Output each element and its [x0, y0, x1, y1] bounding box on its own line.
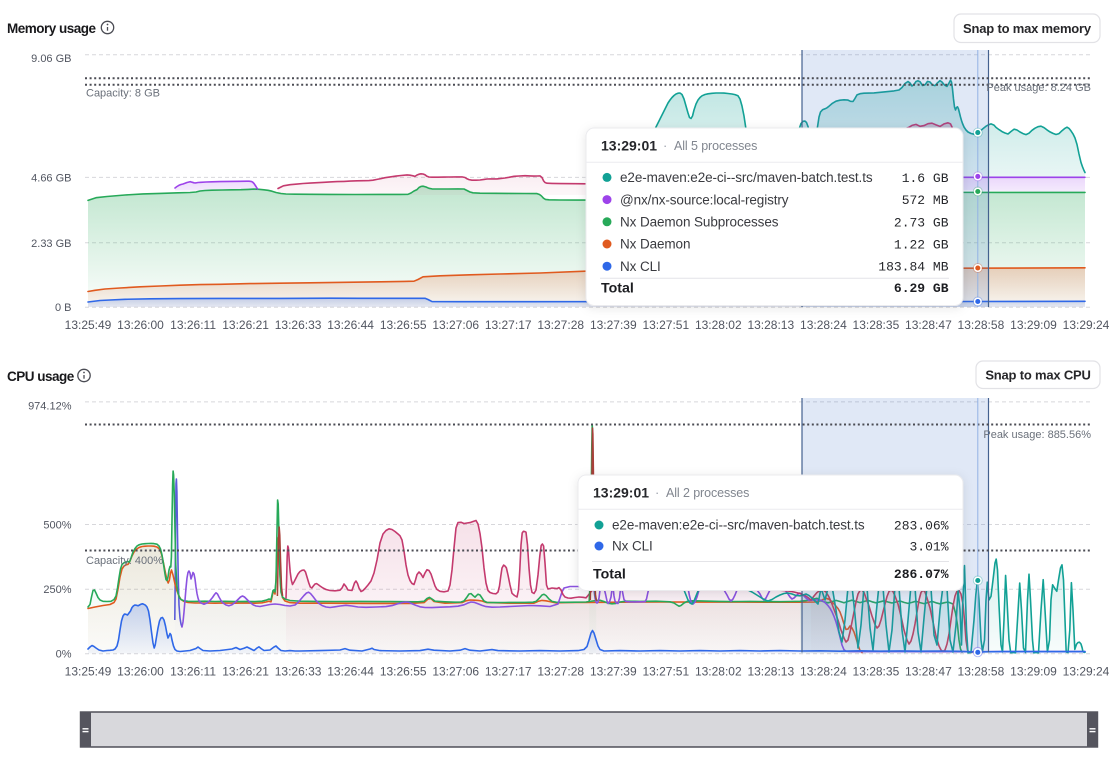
- svg-text:13:28:13: 13:28:13: [747, 318, 794, 332]
- svg-text:13:28:35: 13:28:35: [853, 318, 900, 332]
- svg-text:13:26:11: 13:26:11: [170, 664, 216, 678]
- svg-text:Total: Total: [593, 567, 626, 583]
- svg-text:e2e-maven:e2e-ci--src/maven-ba: e2e-maven:e2e-ci--src/maven-batch.test.t…: [620, 170, 873, 185]
- svg-text:3.01%: 3.01%: [909, 540, 948, 555]
- svg-text:13:27:39: 13:27:39: [590, 318, 637, 332]
- svg-text:9.06 GB: 9.06 GB: [31, 53, 71, 65]
- svg-text:All 2 processes: All 2 processes: [666, 486, 749, 500]
- svg-text:13:27:17: 13:27:17: [485, 318, 532, 332]
- svg-text:2.73 GB: 2.73 GB: [894, 215, 949, 230]
- svg-text:Peak usage: 8.24 GB: Peak usage: 8.24 GB: [986, 82, 1091, 94]
- svg-text:13:28:24: 13:28:24: [800, 318, 847, 332]
- svg-text:13:26:00: 13:26:00: [117, 318, 164, 332]
- svg-text:13:29:01: 13:29:01: [601, 138, 657, 154]
- svg-text:@nx/nx-source:local-registry: @nx/nx-source:local-registry: [620, 192, 789, 207]
- svg-text:e2e-maven:e2e-ci--src/maven-ba: e2e-maven:e2e-ci--src/maven-batch.test.t…: [612, 518, 865, 533]
- svg-text:13:28:13: 13:28:13: [747, 664, 794, 678]
- svg-text:13:28:47: 13:28:47: [905, 664, 952, 678]
- svg-text:Total: Total: [601, 280, 634, 296]
- svg-text:CPU usage: CPU usage: [7, 369, 75, 384]
- svg-text:13:26:33: 13:26:33: [275, 664, 322, 678]
- svg-text:Capacity: 400%: Capacity: 400%: [86, 555, 163, 567]
- svg-text:13:28:24: 13:28:24: [800, 664, 847, 678]
- svg-text:0%: 0%: [56, 649, 72, 661]
- svg-text:2.33 GB: 2.33 GB: [31, 238, 71, 250]
- svg-text:13:27:06: 13:27:06: [432, 318, 479, 332]
- svg-text:Memory usage: Memory usage: [7, 21, 97, 36]
- svg-text:13:26:00: 13:26:00: [117, 664, 164, 678]
- svg-text:13:29:24: 13:29:24: [1063, 664, 1110, 678]
- svg-text:Snap to max CPU: Snap to max CPU: [985, 367, 1090, 382]
- svg-text:250%: 250%: [43, 584, 71, 596]
- svg-text:6.29 GB: 6.29 GB: [894, 281, 949, 296]
- svg-text:13:26:55: 13:26:55: [380, 318, 427, 332]
- svg-text:13:29:09: 13:29:09: [1010, 318, 1057, 332]
- svg-text:283.06%: 283.06%: [894, 519, 949, 534]
- svg-text:13:25:49: 13:25:49: [65, 664, 112, 678]
- svg-text:13:26:55: 13:26:55: [380, 664, 427, 678]
- svg-text:Peak usage: 885.56%: Peak usage: 885.56%: [983, 429, 1091, 441]
- svg-text:13:29:01: 13:29:01: [593, 485, 649, 501]
- svg-text:13:26:21: 13:26:21: [222, 318, 269, 332]
- svg-text:·: ·: [663, 138, 667, 153]
- svg-text:974.12%: 974.12%: [28, 400, 72, 412]
- svg-text:500%: 500%: [43, 520, 71, 532]
- svg-text:1.6 GB: 1.6 GB: [902, 171, 949, 186]
- svg-text:13:27:51: 13:27:51: [642, 318, 689, 332]
- svg-text:1.22 GB: 1.22 GB: [894, 238, 949, 253]
- svg-text:13:29:24: 13:29:24: [1063, 318, 1110, 332]
- svg-text:13:29:09: 13:29:09: [1010, 664, 1057, 678]
- svg-text:286.07%: 286.07%: [894, 567, 949, 582]
- svg-text:13:26:44: 13:26:44: [327, 664, 374, 678]
- svg-text:0 B: 0 B: [55, 302, 72, 314]
- svg-text:Snap to max memory: Snap to max memory: [963, 21, 1092, 36]
- svg-text:13:27:28: 13:27:28: [537, 318, 584, 332]
- svg-text:13:27:06: 13:27:06: [432, 664, 479, 678]
- svg-text:13:26:21: 13:26:21: [222, 664, 269, 678]
- svg-text:Nx Daemon Subprocesses: Nx Daemon Subprocesses: [620, 215, 779, 230]
- svg-text:572 MB: 572 MB: [902, 193, 949, 208]
- svg-text:13:27:17: 13:27:17: [485, 664, 532, 678]
- svg-text:·: ·: [655, 485, 659, 500]
- svg-text:13:26:33: 13:26:33: [275, 318, 322, 332]
- svg-text:All 5 processes: All 5 processes: [674, 139, 757, 153]
- svg-text:13:25:49: 13:25:49: [65, 318, 112, 332]
- svg-text:13:28:02: 13:28:02: [695, 664, 742, 678]
- svg-text:13:27:28: 13:27:28: [537, 664, 584, 678]
- svg-text:Nx Daemon: Nx Daemon: [620, 237, 690, 252]
- svg-text:13:28:35: 13:28:35: [853, 664, 900, 678]
- svg-text:183.84 MB: 183.84 MB: [878, 260, 948, 275]
- svg-text:4.66 GB: 4.66 GB: [31, 172, 71, 184]
- svg-text:13:26:44: 13:26:44: [327, 318, 374, 332]
- svg-text:13:28:47: 13:28:47: [905, 318, 952, 332]
- svg-text:Capacity: 8 GB: Capacity: 8 GB: [86, 88, 160, 100]
- svg-text:13:27:39: 13:27:39: [590, 664, 637, 678]
- svg-text:13:28:58: 13:28:58: [958, 318, 1005, 332]
- svg-text:13:27:51: 13:27:51: [642, 664, 689, 678]
- svg-text:13:28:58: 13:28:58: [958, 664, 1005, 678]
- svg-text:Nx CLI: Nx CLI: [612, 539, 653, 554]
- svg-text:13:26:11: 13:26:11: [170, 318, 216, 332]
- svg-text:13:28:02: 13:28:02: [695, 318, 742, 332]
- svg-text:Nx CLI: Nx CLI: [620, 259, 661, 274]
